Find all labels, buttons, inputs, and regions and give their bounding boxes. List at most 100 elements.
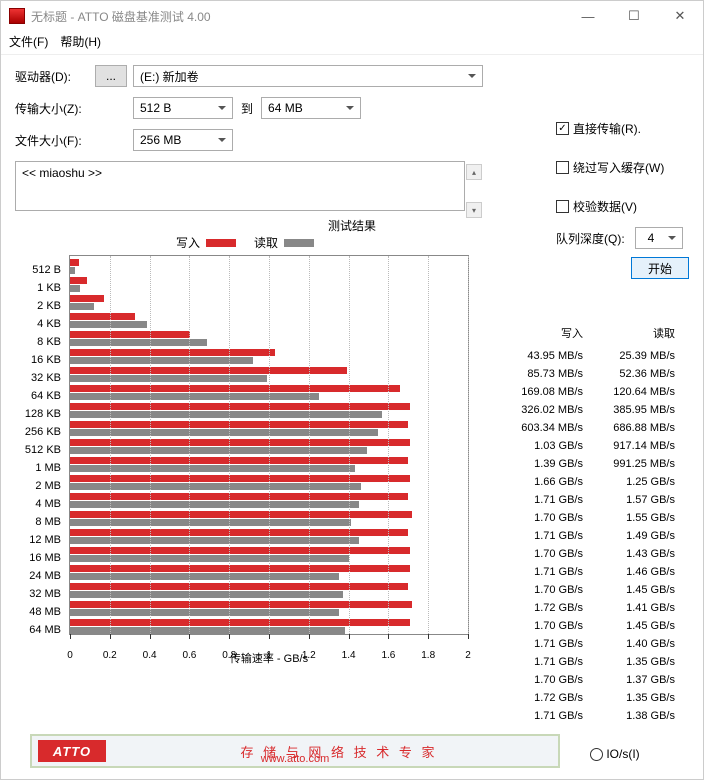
legend-write: 写入 [176,234,236,251]
write-bar [70,385,400,392]
read-bar [70,357,253,364]
queue-depth-label: 队列深度(Q): [556,230,625,247]
legend-read: 读取 [254,234,314,251]
read-bar [70,393,319,400]
file-size-select[interactable]: 256 MB [133,129,233,151]
checkbox-icon: ✓ [556,122,569,135]
read-cell: 1.41 GB/s [583,599,675,617]
write-cell: 1.70 GB/s [491,581,583,599]
read-cell: 1.57 GB/s [583,491,675,509]
y-tick-label: 32 KB [15,369,65,387]
chart-legend: 写入 读取 [15,234,475,251]
drive-value: (E:) 新加卷 [140,68,199,85]
write-cell: 1.71 GB/s [491,635,583,653]
legend-read-label: 读取 [254,234,278,251]
read-cell: 1.38 GB/s [583,707,675,725]
browse-button[interactable]: ... [95,65,127,87]
write-bar [70,601,412,608]
description-box[interactable]: << miaoshu >> ▴ ▾ [15,161,465,211]
transfer-size-to-select[interactable]: 64 MB [261,97,361,119]
table-row: 1.71 GB/s1.57 GB/s [491,491,675,509]
bypass-cache-label: 绕过写入缓存(W) [573,159,664,176]
drive-label: 驱动器(D): [15,68,95,85]
table-row: 1.70 GB/s1.55 GB/s [491,509,675,527]
write-bar [70,277,87,284]
close-button[interactable]: ✕ [657,1,703,31]
maximize-button[interactable]: ☐ [611,1,657,31]
scroll-down-icon[interactable]: ▾ [466,202,482,218]
y-tick-label: 64 MB [15,621,65,639]
transfer-size-from-select[interactable]: 512 B [133,97,233,119]
write-cell: 169.08 MB/s [491,383,583,401]
table-row: 1.39 GB/s991.25 MB/s [491,455,675,473]
write-cell: 1.71 GB/s [491,563,583,581]
read-bar [70,411,382,418]
read-bar [70,537,359,544]
table-row: 169.08 MB/s120.64 MB/s [491,383,675,401]
write-bar [70,439,410,446]
desc-scroll: ▴ ▾ [466,164,482,218]
drive-select[interactable]: (E:) 新加卷 [133,65,483,87]
read-bar [70,285,80,292]
read-cell: 686.88 MB/s [583,419,675,437]
write-bar [70,493,408,500]
minimize-button[interactable]: — [565,1,611,31]
write-cell: 1.39 GB/s [491,455,583,473]
read-bar [70,339,207,346]
read-bar [70,555,349,562]
y-tick-label: 128 KB [15,405,65,423]
checkbox-icon [556,200,569,213]
read-bar [70,267,75,274]
write-cell: 1.70 GB/s [491,671,583,689]
read-cell: 1.45 GB/s [583,581,675,599]
write-cell: 1.03 GB/s [491,437,583,455]
write-cell: 85.73 MB/s [491,365,583,383]
read-cell: 120.64 MB/s [583,383,675,401]
direct-io-checkbox[interactable]: ✓ 直接传输(R). [556,120,664,137]
write-cell: 1.70 GB/s [491,545,583,563]
atto-logo: ATTO [38,740,106,762]
write-bar [70,547,410,554]
read-bar [70,483,361,490]
table-row: 1.72 GB/s1.41 GB/s [491,599,675,617]
menubar: 文件(F) 帮助(H) [1,31,703,55]
y-tick-label: 4 MB [15,495,65,513]
y-tick-label: 12 MB [15,531,65,549]
read-bar [70,627,345,634]
write-bar [70,619,410,626]
start-button[interactable]: 开始 [631,257,689,279]
write-cell: 43.95 MB/s [491,347,583,365]
menu-help[interactable]: 帮助(H) [60,33,101,50]
write-cell: 1.71 GB/s [491,707,583,725]
x-axis-label: 传输速率 - GB/s [70,650,468,666]
y-tick-label: 2 MB [15,477,65,495]
ios-radio[interactable]: IO/s(I) [590,747,639,761]
read-cell: 1.43 GB/s [583,545,675,563]
radio-off-icon [590,748,603,761]
direct-io-label: 直接传输(R). [573,120,641,137]
table-row: 1.66 GB/s1.25 GB/s [491,473,675,491]
queue-depth-value: 4 [648,231,655,245]
read-bar [70,429,378,436]
table-row: 1.70 GB/s1.37 GB/s [491,671,675,689]
tsize-from-value: 512 B [140,101,171,115]
footer-url: www.atto.com [261,753,329,765]
write-bar [70,583,408,590]
table-row: 85.73 MB/s52.36 MB/s [491,365,675,383]
queue-depth-select[interactable]: 4 [635,227,683,249]
read-cell: 52.36 MB/s [583,365,675,383]
write-bar [70,421,408,428]
verify-checkbox[interactable]: 校验数据(V) [556,198,664,215]
write-cell: 1.70 GB/s [491,509,583,527]
write-bar [70,313,135,320]
footer-text: 存 储 与 网 络 技 术 专 家 [126,742,552,761]
read-cell: 991.25 MB/s [583,455,675,473]
y-tick-label: 48 MB [15,603,65,621]
bypass-cache-checkbox[interactable]: 绕过写入缓存(W) [556,159,664,176]
y-tick-label: 32 MB [15,585,65,603]
scroll-up-icon[interactable]: ▴ [466,164,482,180]
read-cell: 1.49 GB/s [583,527,675,545]
read-cell: 917.14 MB/s [583,437,675,455]
file-size-label: 文件大小(F): [15,132,95,149]
menu-file[interactable]: 文件(F) [9,33,48,50]
